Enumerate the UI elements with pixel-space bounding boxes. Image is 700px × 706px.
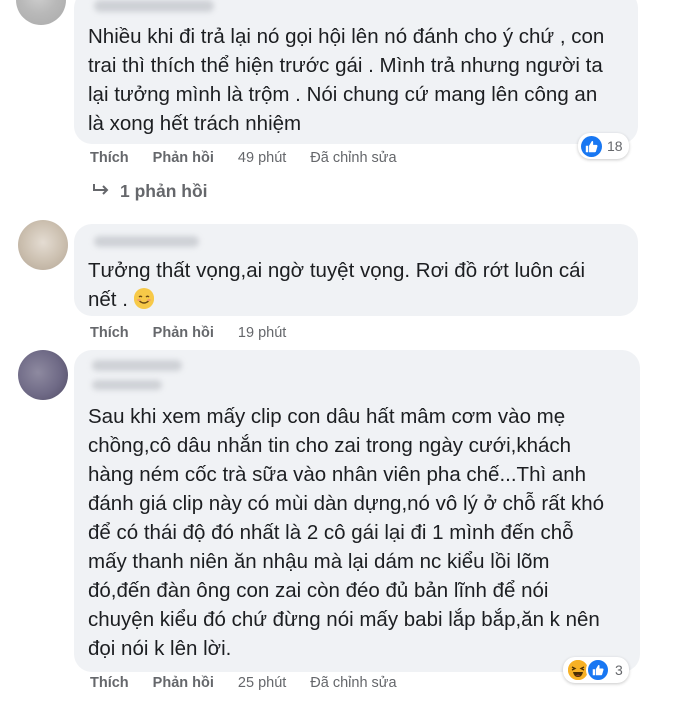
blurred-commenter-name bbox=[92, 360, 182, 371]
like-button[interactable]: Thích bbox=[90, 675, 129, 691]
comment-actions: Thích Phản hồi 49 phút Đã chỉnh sửa bbox=[90, 150, 421, 166]
timestamp[interactable]: 49 phút bbox=[238, 150, 286, 166]
commenter-avatar[interactable] bbox=[18, 350, 68, 400]
like-button[interactable]: Thích bbox=[90, 325, 129, 341]
reaction-count: 3 bbox=[615, 662, 623, 678]
like-button[interactable]: Thích bbox=[90, 150, 129, 166]
comment-text: Sau khi xem mấy clip con dâu hất mâm cơm… bbox=[88, 405, 605, 660]
blurred-commenter-badge bbox=[92, 380, 162, 390]
reply-button[interactable]: Phản hồi bbox=[153, 325, 214, 341]
reply-count-label: 1 phản hồi bbox=[120, 181, 208, 201]
reaction-summary[interactable]: 18 bbox=[578, 133, 629, 159]
comment-actions: Thích Phản hồi 19 phút bbox=[90, 325, 310, 341]
smiling-face-emoji bbox=[133, 288, 154, 309]
view-replies-link[interactable]: 1 phản hồi bbox=[92, 180, 208, 203]
comment-text: Nhiều khi đi trả lại nó gọi hội lên nó đ… bbox=[88, 25, 605, 135]
timestamp[interactable]: 25 phút bbox=[238, 675, 286, 691]
like-reaction-icon bbox=[581, 135, 602, 157]
reaction-summary[interactable]: 3 bbox=[563, 657, 629, 683]
edited-label[interactable]: Đã chỉnh sửa bbox=[310, 675, 396, 691]
commenter-avatar[interactable] bbox=[18, 220, 68, 270]
timestamp[interactable]: 19 phút bbox=[238, 325, 286, 341]
reply-arrow-icon bbox=[92, 180, 110, 203]
like-reaction-icon bbox=[586, 658, 610, 682]
reply-button[interactable]: Phản hồi bbox=[153, 150, 214, 166]
reaction-count: 18 bbox=[607, 138, 623, 154]
reply-button[interactable]: Phản hồi bbox=[153, 675, 214, 691]
edited-label[interactable]: Đã chỉnh sửa bbox=[310, 150, 396, 166]
comment-text-content: Tưởng thất vọng,ai ngờ tuyệt vọng. Rơi đ… bbox=[88, 259, 586, 311]
commenter-avatar[interactable] bbox=[16, 0, 66, 25]
blurred-commenter-name bbox=[94, 236, 199, 247]
comment-text: Tưởng thất vọng,ai ngờ tuyệt vọng. Rơi đ… bbox=[88, 256, 633, 314]
comment-actions: Thích Phản hồi 25 phút Đã chỉnh sửa bbox=[90, 675, 421, 691]
blurred-commenter-name bbox=[94, 0, 214, 12]
